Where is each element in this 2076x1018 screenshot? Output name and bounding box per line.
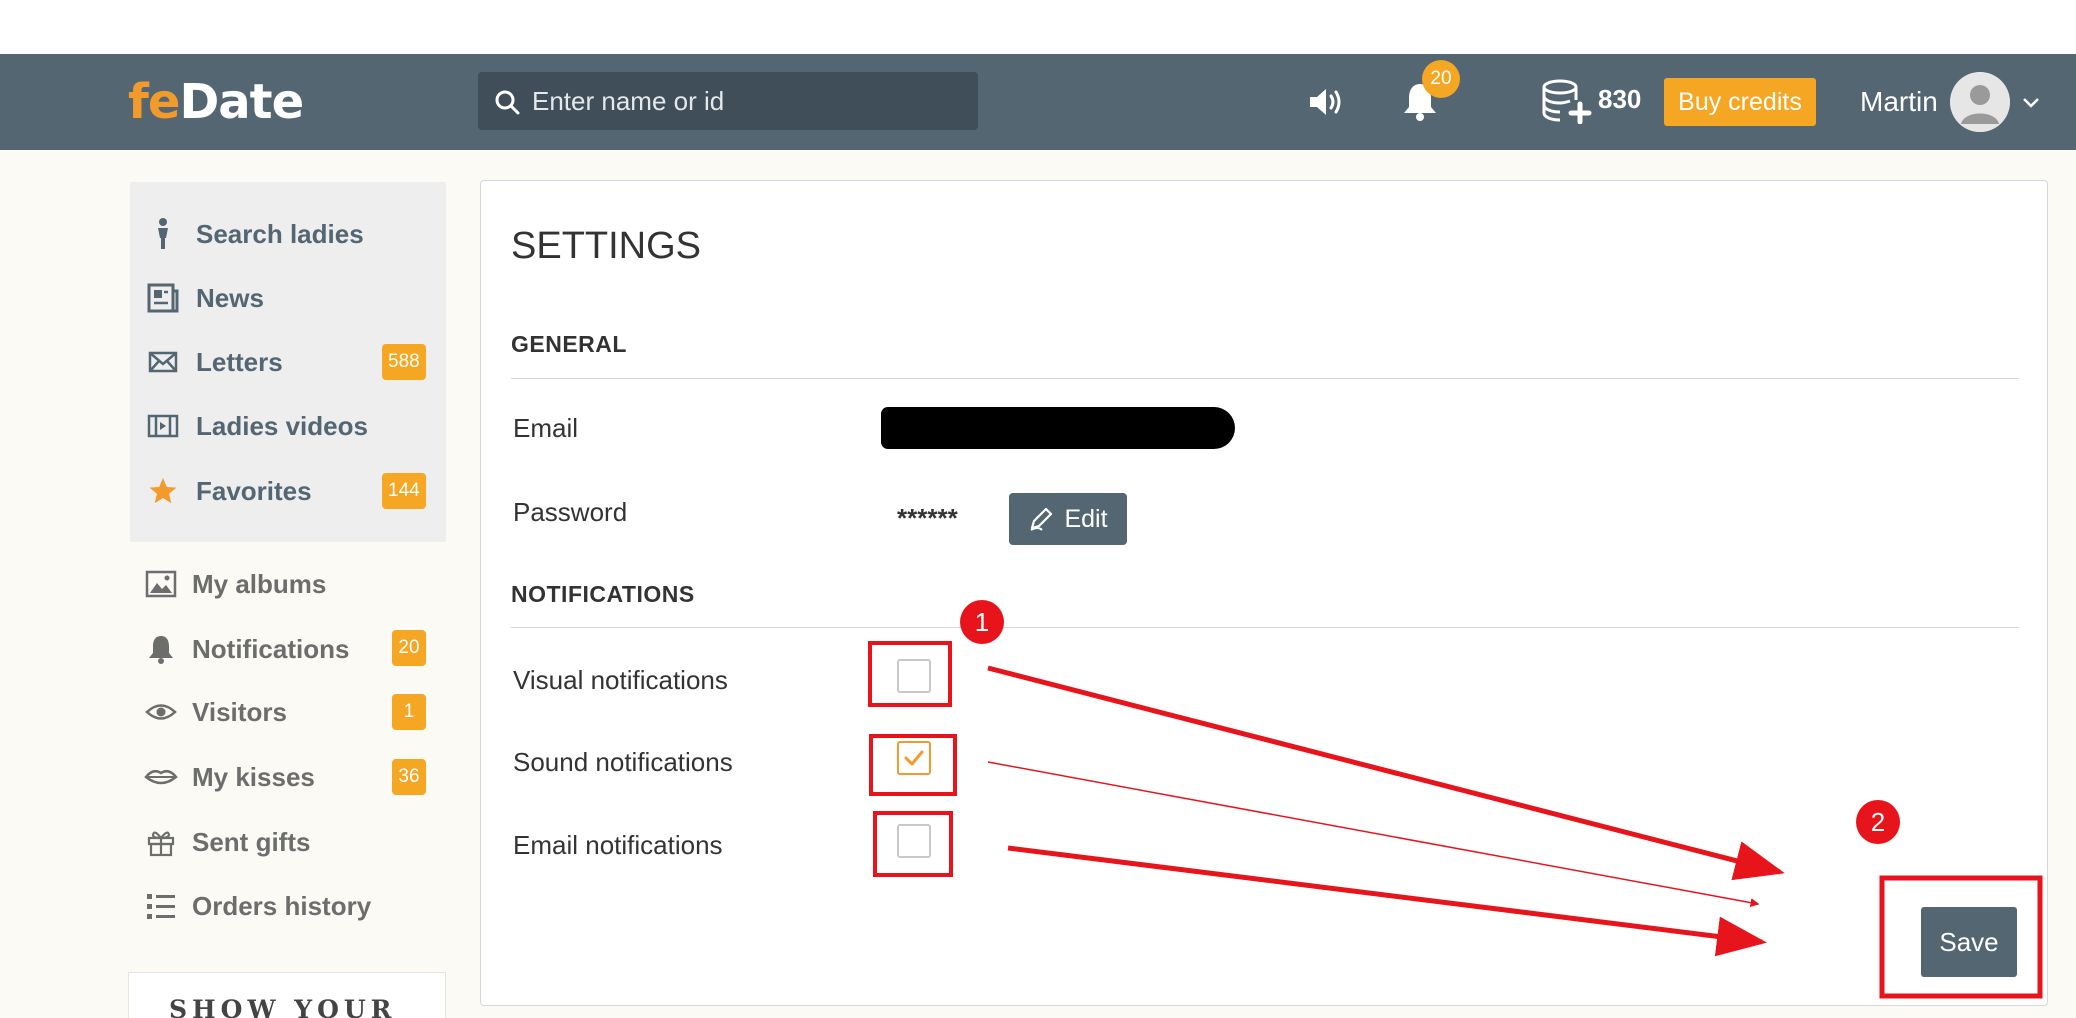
email-label: Email: [513, 413, 579, 443]
speaker-icon[interactable]: [1308, 86, 1344, 118]
film-icon: [146, 409, 180, 443]
buy-credits-button[interactable]: Buy credits: [1664, 78, 1816, 126]
notifications-count-badge: 20: [392, 630, 426, 666]
sidebar-item-label: Sent gifts: [192, 826, 311, 857]
logo[interactable]: feDate: [128, 74, 304, 130]
email-notifications-label: Email notifications: [513, 830, 723, 860]
avatar[interactable]: [1950, 72, 2010, 132]
sidebar-item-ladies-videos[interactable]: Ladies videos: [146, 404, 368, 448]
notifications-heading: NOTIFICATIONS: [511, 581, 695, 607]
credits-icon[interactable]: [1540, 78, 1596, 124]
kisses-count-badge: 36: [392, 759, 426, 795]
annotation-marker-2: 2: [1856, 800, 1900, 844]
sidebar-item-news[interactable]: News: [146, 276, 264, 320]
general-heading: GENERAL: [511, 331, 627, 357]
logo-suffix: Date: [179, 74, 304, 130]
notifications-divider: [511, 627, 2019, 628]
pen-icon: [1030, 507, 1053, 531]
user-name[interactable]: Martin: [1860, 86, 1938, 118]
sidebar-item-favorites[interactable]: Favorites: [146, 469, 312, 513]
search-input[interactable]: [532, 80, 962, 122]
star-icon: [146, 474, 180, 508]
visual-notifications-checkbox[interactable]: [897, 659, 931, 693]
checkmark-icon: [904, 750, 924, 766]
envelope-icon: [146, 345, 180, 379]
sidebar-item-orders-history[interactable]: Orders history: [144, 884, 371, 928]
chevron-down-icon[interactable]: [2022, 96, 2040, 110]
sidebar-item-label: My albums: [192, 568, 327, 599]
logo-prefix: fe: [128, 74, 180, 130]
sidebar-item-label: Visitors: [192, 696, 287, 727]
sound-notifications-checkbox[interactable]: [897, 741, 931, 775]
promo-banner[interactable]: SHOW YOUR: [128, 972, 446, 1018]
promo-text: SHOW YOUR: [169, 995, 397, 1018]
page-title: SETTINGS: [511, 225, 702, 267]
top-bar: feDate 20 830 Buy credits Martin: [0, 54, 2076, 150]
password-mask: ******: [897, 503, 958, 533]
letters-count-badge: 588: [382, 344, 426, 380]
gift-icon: [144, 825, 178, 859]
lips-icon: [144, 760, 178, 794]
sidebar-item-label: My kisses: [192, 761, 315, 792]
person-icon: [146, 217, 180, 251]
user-silhouette-icon: [1950, 72, 2010, 132]
sidebar-item-label: Favorites: [196, 475, 312, 506]
bell-icon: [144, 632, 178, 666]
redacted-email-value: [881, 407, 1235, 449]
password-label: Password: [513, 497, 628, 527]
sidebar-item-label: Search ladies: [196, 218, 364, 249]
list-icon: [144, 889, 178, 923]
favorites-count-badge: 144: [382, 473, 426, 509]
sidebar-item-my-albums[interactable]: My albums: [144, 562, 326, 606]
edit-label: Edit: [1064, 504, 1108, 533]
sidebar-item-label: Notifications: [192, 633, 350, 664]
sidebar-item-sent-gifts[interactable]: Sent gifts: [144, 820, 310, 864]
edit-password-button[interactable]: Edit: [1009, 493, 1127, 545]
annotation-marker-1: 1: [960, 600, 1004, 644]
sidebar-item-letters[interactable]: Letters: [146, 340, 283, 384]
sound-notifications-label: Sound notifications: [513, 747, 733, 777]
email-notifications-checkbox[interactable]: [897, 824, 931, 858]
sidebar-item-search-ladies[interactable]: Search ladies: [146, 212, 364, 256]
search-box: [478, 72, 978, 130]
general-divider: [511, 378, 2019, 379]
search-icon: [495, 90, 520, 115]
image-icon: [144, 567, 178, 601]
eye-icon: [144, 695, 178, 729]
notification-count-badge: 20: [1422, 60, 1460, 98]
credits-balance: 830: [1598, 84, 1642, 114]
sidebar-item-label: Letters: [196, 346, 283, 377]
sidebar-item-notifications[interactable]: Notifications: [144, 627, 349, 671]
visual-notifications-label: Visual notifications: [513, 665, 728, 695]
save-button[interactable]: Save: [1921, 907, 2017, 977]
sidebar-item-visitors[interactable]: Visitors: [144, 690, 287, 734]
visitors-count-badge: 1: [392, 694, 426, 730]
sidebar-item-label: Orders history: [192, 890, 372, 921]
top-whitespace: [0, 0, 2076, 54]
news-icon: [146, 281, 180, 315]
sidebar-item-label: News: [196, 282, 264, 313]
sidebar-item-label: Ladies videos: [196, 410, 368, 441]
sidebar-item-my-kisses[interactable]: My kisses: [144, 755, 315, 799]
settings-panel: SETTINGS GENERAL Email Password ****** E…: [480, 180, 2048, 1006]
